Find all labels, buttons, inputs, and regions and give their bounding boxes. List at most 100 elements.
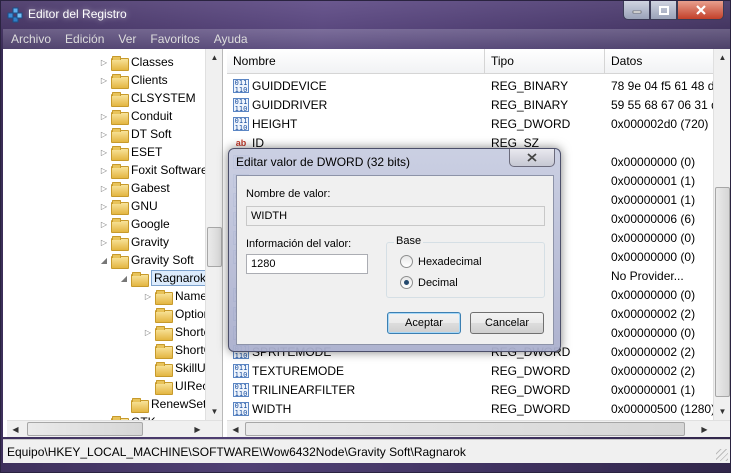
header-datos[interactable]: Datos	[605, 49, 713, 74]
collapsed-arrow-icon[interactable]: ▷	[143, 328, 153, 337]
value-row[interactable]: 011 110 HEIGHT REG_DWORD 0x000002d0 (720)	[227, 114, 713, 133]
minimize-icon	[632, 10, 641, 14]
scroll-left-icon[interactable]: ◀	[227, 421, 244, 437]
tree-item[interactable]: ▷ ESET	[99, 143, 162, 161]
scroll-up-icon[interactable]: ▲	[714, 49, 730, 66]
folder-icon	[155, 325, 173, 341]
close-button[interactable]	[677, 1, 724, 20]
collapsed-arrow-icon[interactable]: ▷	[99, 112, 109, 121]
collapsed-arrow-icon[interactable]: ▷	[99, 58, 109, 67]
value-name-cell: 011 110 GUIDDEVICE	[227, 78, 485, 93]
value-name: GUIDDRIVER	[252, 97, 328, 112]
value-row[interactable]: 011 110 WIDTH REG_DWORD 0x00000500 (1280)	[227, 399, 713, 418]
value-row[interactable]: 011 110 GUIDDEVICE REG_BINARY 78 9e 04 f5 61…	[227, 76, 713, 95]
tree-hscroll-thumb[interactable]	[27, 422, 143, 436]
value-name-cell: 011 110 TRILINEARFILTER	[227, 382, 485, 397]
scroll-down-icon[interactable]: ▼	[714, 403, 730, 420]
folder-icon	[111, 217, 129, 233]
menu-archivo[interactable]: Archivo	[11, 32, 51, 46]
value-data: 0x00000001 (1)	[611, 173, 696, 188]
scroll-left-icon[interactable]: ◀	[7, 421, 24, 437]
ok-button[interactable]: Aceptar	[387, 312, 461, 334]
tree-item[interactable]: ▷ Gabest	[99, 179, 170, 197]
list-vertical-scrollbar[interactable]: ▲ ▼	[713, 49, 730, 420]
dialog-close-button[interactable]	[509, 149, 555, 167]
value-row[interactable]: 011 110 TEXTUREMODE REG_DWORD 0x00000002 (2)	[227, 361, 713, 380]
collapsed-arrow-icon[interactable]: ▷	[99, 220, 109, 229]
tree-item[interactable]: ▷ Clients	[99, 71, 168, 89]
tree-item[interactable]: Option	[143, 305, 210, 323]
binary-value-icon: 011110	[233, 97, 249, 113]
edit-dword-dialog: Editar valor de DWORD (32 bits) Nombre d…	[228, 148, 561, 352]
value-data-field[interactable]: 1280	[246, 254, 368, 274]
list-hscroll-thumb[interactable]	[245, 422, 685, 436]
tree-item[interactable]: ▷ Classes	[99, 53, 174, 71]
menu-favoritos[interactable]: Favoritos	[150, 32, 199, 46]
folder-icon	[111, 181, 129, 197]
tree-item[interactable]: ▷ Foxit Software	[99, 161, 208, 179]
hexadecimal-radio[interactable]	[400, 255, 413, 268]
expanded-arrow-icon[interactable]: ◢	[119, 274, 129, 283]
collapsed-arrow-icon[interactable]: ▷	[143, 292, 153, 301]
menu-ayuda[interactable]: Ayuda	[214, 32, 248, 46]
binary-value-icon: 011110	[233, 116, 249, 132]
folder-icon	[155, 379, 173, 395]
value-name-cell: 011 110 WIDTH	[227, 401, 485, 416]
expanded-arrow-icon[interactable]: ◢	[99, 256, 109, 265]
collapsed-arrow-icon[interactable]: ▷	[99, 184, 109, 193]
collapsed-arrow-icon[interactable]: ▷	[99, 130, 109, 139]
tree-item[interactable]: ▷ Conduit	[99, 107, 172, 125]
collapsed-arrow-icon[interactable]: ▷	[99, 202, 109, 211]
tree-item[interactable]: ◢ Gravity Soft	[99, 251, 194, 269]
tree-item[interactable]: CLSYSTEM	[99, 89, 196, 107]
tree-item[interactable]: ▷ GNU	[99, 197, 158, 215]
menu-edicion[interactable]: Edición	[65, 32, 104, 46]
tree-item[interactable]: ▷ DT Soft	[99, 125, 171, 143]
scroll-right-icon[interactable]: ▶	[696, 421, 713, 437]
hexadecimal-option[interactable]: Hexadecimal	[400, 255, 482, 268]
list-horizontal-scrollbar[interactable]: ◀ ▶	[227, 420, 730, 437]
folder-icon	[155, 289, 173, 305]
menu-ver[interactable]: Ver	[118, 32, 136, 46]
cancel-button[interactable]: Cancelar	[470, 312, 544, 334]
decimal-radio[interactable]	[400, 276, 413, 289]
tree-item-label: DT Soft	[131, 127, 172, 141]
value-row[interactable]: 011 110 TRILINEARFILTER REG_DWORD 0x00000001…	[227, 380, 713, 399]
scroll-up-icon[interactable]: ▲	[206, 49, 222, 66]
tree-item-label: Gabest	[131, 181, 170, 195]
tree-item[interactable]: RenewSetu	[119, 395, 213, 413]
tree-item[interactable]: ▷ Google	[99, 215, 170, 233]
tree-item[interactable]: ▷ Gravity	[99, 233, 169, 251]
tree-horizontal-scrollbar[interactable]: ◀ ▶	[7, 420, 222, 437]
decimal-option[interactable]: Decimal	[400, 276, 458, 289]
folder-icon	[111, 127, 129, 143]
status-bar: Equipo\HKEY_LOCAL_MACHINE\SOFTWARE\Wow64…	[3, 439, 730, 463]
tree-item[interactable]: ◢ Ragnarok	[119, 269, 210, 287]
list-scroll-thumb[interactable]	[715, 187, 730, 397]
value-data: 0x00000000 (0)	[611, 154, 696, 169]
collapsed-arrow-icon[interactable]: ▷	[99, 166, 109, 175]
scroll-right-icon[interactable]: ▶	[189, 421, 206, 437]
collapsed-arrow-icon[interactable]: ▷	[99, 148, 109, 157]
minimize-button[interactable]	[623, 1, 650, 20]
folder-icon	[131, 271, 149, 287]
tree-scroll-thumb[interactable]	[207, 227, 222, 267]
tree-vertical-scrollbar[interactable]: ▲ ▼	[205, 49, 222, 420]
tree-item-label: CLSYSTEM	[131, 91, 196, 105]
window-title: Editor del Registro	[28, 7, 127, 21]
folder-icon	[111, 253, 129, 269]
collapsed-arrow-icon[interactable]: ▷	[99, 76, 109, 85]
title-bar[interactable]: Editor del Registro	[1, 1, 730, 29]
value-data: 0x00000000 (0)	[611, 249, 696, 264]
header-nombre[interactable]: Nombre	[227, 49, 485, 74]
value-data: 0x00000002 (2)	[611, 363, 696, 378]
resize-grip-icon[interactable]	[716, 449, 728, 461]
registry-tree: ▷ Classes ▷ Clients CLSYSTEM ▷ Conduit ▷ DT Soft…	[7, 49, 223, 437]
value-row[interactable]: 011 110 GUIDDRIVER REG_BINARY 59 55 68 67 06…	[227, 95, 713, 114]
tree-item-label: Classes	[131, 55, 174, 69]
value-type: REG_DWORD	[491, 116, 571, 131]
scroll-down-icon[interactable]: ▼	[206, 403, 222, 420]
collapsed-arrow-icon[interactable]: ▷	[99, 238, 109, 247]
maximize-button[interactable]	[650, 1, 677, 20]
header-tipo[interactable]: Tipo	[485, 49, 605, 74]
